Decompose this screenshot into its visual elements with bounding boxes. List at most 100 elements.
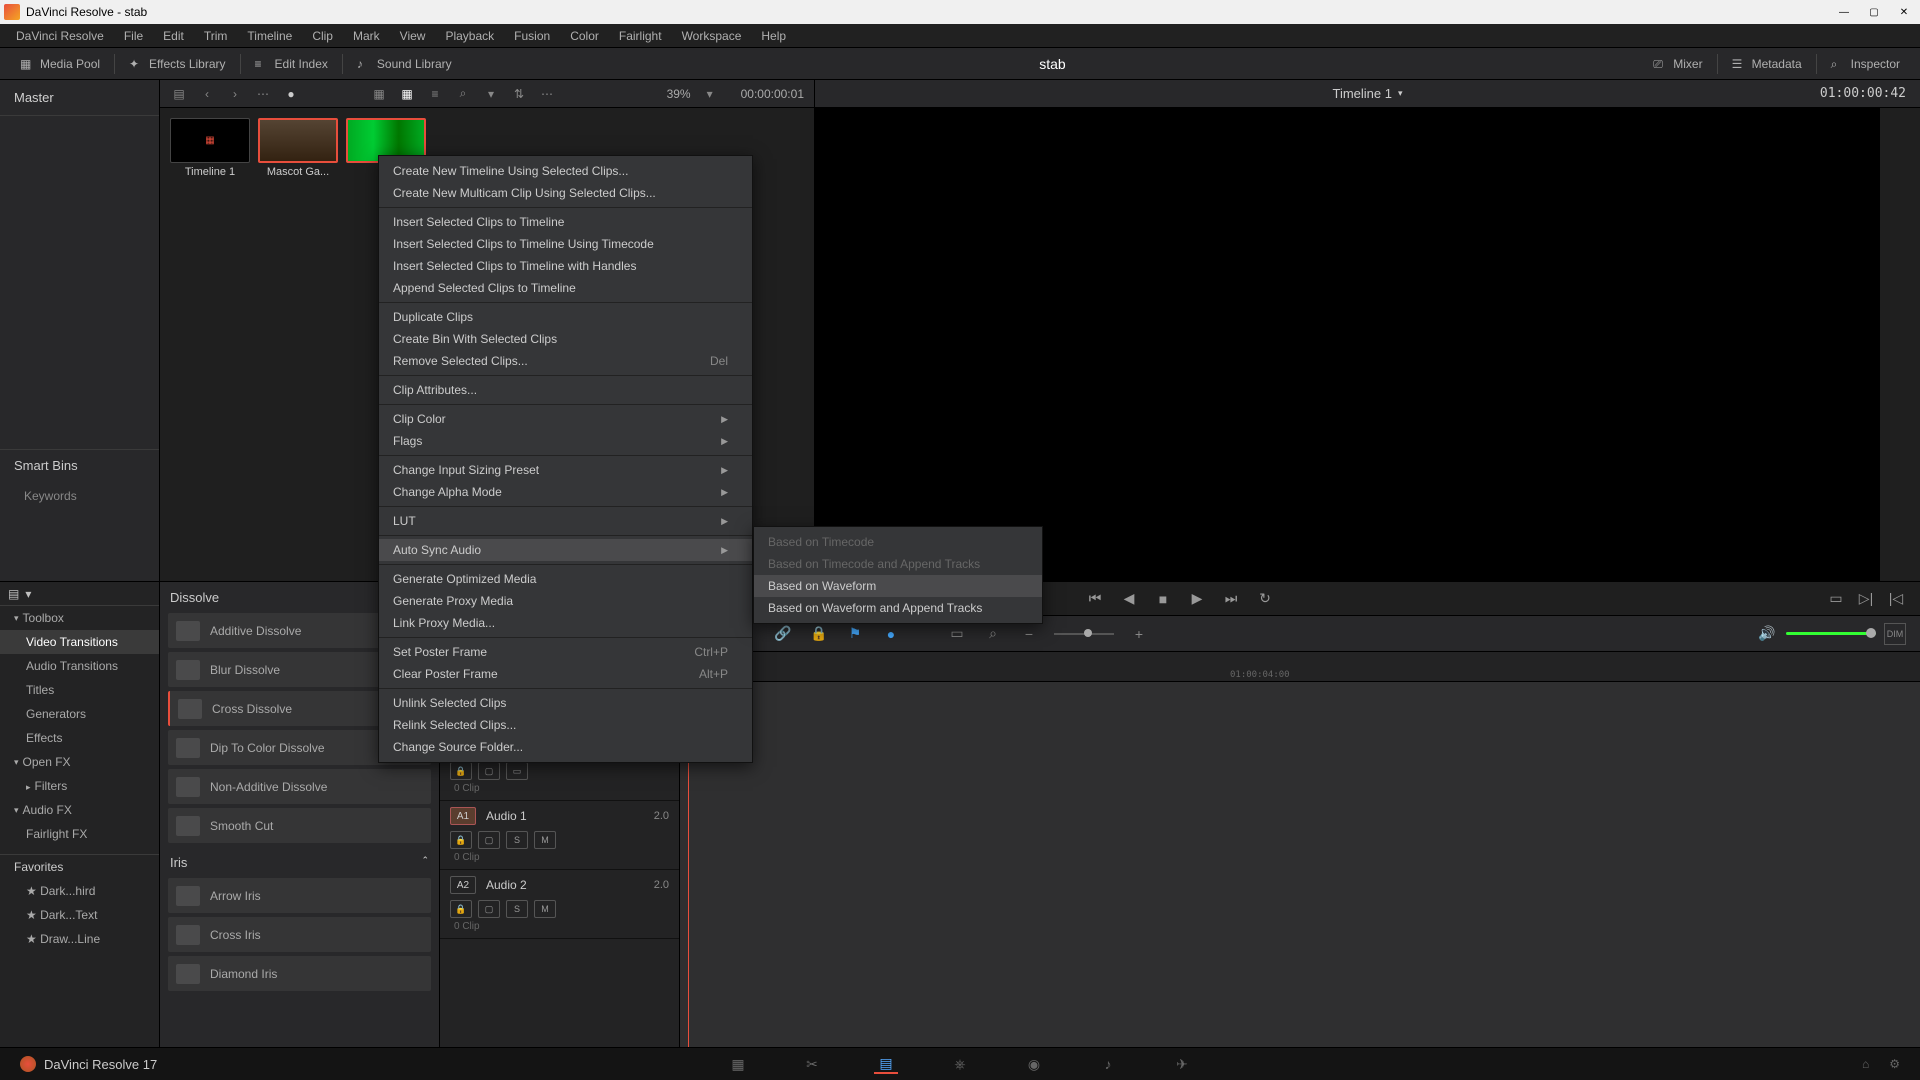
- volume-slider[interactable]: [1786, 632, 1876, 635]
- timeline-name[interactable]: Timeline 1: [1332, 86, 1391, 101]
- menu-create-multicam[interactable]: Create New Multicam Clip Using Selected …: [379, 182, 752, 204]
- lock-icon[interactable]: 🔒: [450, 900, 472, 918]
- auto-select-icon[interactable]: ▢: [478, 831, 500, 849]
- a2-badge[interactable]: A2: [450, 876, 476, 894]
- iris-section[interactable]: Iris⌃: [160, 847, 439, 874]
- marker-blue-icon[interactable]: ●: [880, 623, 902, 645]
- bin-list-icon[interactable]: ▤: [170, 85, 188, 103]
- audio-track-1[interactable]: A1Audio 12.0 🔒▢SM 0 Clip: [440, 801, 679, 870]
- sub-timecode-append[interactable]: Based on Timecode and Append Tracks: [754, 553, 1042, 575]
- fav-item[interactable]: ★ Dark...hird: [0, 879, 159, 903]
- zoom-search-icon[interactable]: ⌕: [982, 623, 1004, 645]
- effects[interactable]: Effects: [0, 726, 159, 750]
- thumb-view-icon[interactable]: ▦: [370, 85, 388, 103]
- cut-page[interactable]: ✂: [800, 1054, 824, 1074]
- loop-button[interactable]: ↻: [1255, 589, 1275, 609]
- close-button[interactable]: ✕: [1892, 4, 1916, 20]
- metadata-toggle[interactable]: ☰Metadata: [1722, 55, 1812, 73]
- toolbox-group[interactable]: ▾Toolbox: [0, 606, 159, 630]
- list-view-icon[interactable]: ≡: [426, 85, 444, 103]
- menu-attributes[interactable]: Clip Attributes...: [379, 379, 752, 401]
- a1-badge[interactable]: A1: [450, 807, 476, 825]
- menu-clip[interactable]: Clip: [304, 27, 341, 45]
- menu-create-bin[interactable]: Create Bin With Selected Clips: [379, 328, 752, 350]
- menu-mark[interactable]: Mark: [345, 27, 388, 45]
- menu-alpha[interactable]: Change Alpha Mode▶: [379, 481, 752, 503]
- fairlight-fx[interactable]: Fairlight FX: [0, 822, 159, 846]
- fusion-page[interactable]: ⎈: [948, 1054, 972, 1074]
- mark-in-icon[interactable]: ▷|: [1856, 589, 1876, 609]
- menu-duplicate[interactable]: Duplicate Clips: [379, 306, 752, 328]
- fav-item[interactable]: ★ Dark...Text: [0, 903, 159, 927]
- speaker-icon[interactable]: 🔊: [1756, 623, 1778, 645]
- sort-icon[interactable]: ⇅: [510, 85, 528, 103]
- menu-append[interactable]: Append Selected Clips to Timeline: [379, 277, 752, 299]
- menu-clip-color[interactable]: Clip Color▶: [379, 408, 752, 430]
- edit-page[interactable]: ▤: [874, 1054, 898, 1074]
- search-icon[interactable]: ⌕: [454, 85, 472, 103]
- fx-arrow-iris[interactable]: Arrow Iris: [168, 878, 431, 913]
- menu-fusion[interactable]: Fusion: [506, 27, 558, 45]
- effects-library-toggle[interactable]: ✦Effects Library: [119, 55, 235, 73]
- menu-insert-handles[interactable]: Insert Selected Clips to Timeline with H…: [379, 255, 752, 277]
- sub-waveform[interactable]: Based on Waveform: [754, 575, 1042, 597]
- link-toggle[interactable]: 🔗: [772, 623, 794, 645]
- track-lanes[interactable]: [680, 682, 1920, 1047]
- settings-icon[interactable]: ⚙: [1889, 1057, 1900, 1071]
- menu-relink[interactable]: Relink Selected Clips...: [379, 714, 752, 736]
- fav-item[interactable]: ★ Draw...Line: [0, 927, 159, 951]
- menu-insert-timecode[interactable]: Insert Selected Clips to Timeline Using …: [379, 233, 752, 255]
- menu-remove[interactable]: Remove Selected Clips...Del: [379, 350, 752, 372]
- media-pool-toggle[interactable]: ▦Media Pool: [10, 55, 110, 73]
- menu-lut[interactable]: LUT▶: [379, 510, 752, 532]
- play-button[interactable]: ▶: [1187, 589, 1207, 609]
- nav-fwd-icon[interactable]: ›: [226, 85, 244, 103]
- fx-cross-iris[interactable]: Cross Iris: [168, 917, 431, 952]
- home-icon[interactable]: ⌂: [1862, 1057, 1869, 1071]
- options-icon[interactable]: ⋯: [538, 85, 556, 103]
- chevron-down-icon[interactable]: ▾: [1398, 88, 1403, 99]
- openfx-group[interactable]: ▾Open FX: [0, 750, 159, 774]
- generators[interactable]: Generators: [0, 702, 159, 726]
- menu-davinci[interactable]: DaVinci Resolve: [8, 27, 112, 45]
- master-bin[interactable]: Master: [0, 80, 159, 116]
- titles[interactable]: Titles: [0, 678, 159, 702]
- chevron-down-icon[interactable]: ▾: [482, 85, 500, 103]
- first-frame-button[interactable]: ⏮: [1085, 589, 1105, 609]
- fx-diamond-iris[interactable]: Diamond Iris: [168, 956, 431, 991]
- disable-icon[interactable]: ▭: [506, 762, 528, 780]
- more-icon[interactable]: ⋯: [254, 85, 272, 103]
- match-frame-icon[interactable]: ▭: [1826, 589, 1846, 609]
- menu-change-source[interactable]: Change Source Folder...: [379, 736, 752, 758]
- viewer-canvas[interactable]: [815, 108, 1880, 581]
- zoom-level[interactable]: 39%: [667, 87, 691, 101]
- stop-button[interactable]: ■: [1153, 589, 1173, 609]
- audiofx-group[interactable]: ▾Audio FX: [0, 798, 159, 822]
- menu-playback[interactable]: Playback: [437, 27, 502, 45]
- fx-smooth-cut[interactable]: Smooth Cut: [168, 808, 431, 843]
- zoom-out-icon[interactable]: −: [1018, 623, 1040, 645]
- menu-insert-timeline[interactable]: Insert Selected Clips to Timeline: [379, 211, 752, 233]
- mute-button[interactable]: M: [534, 831, 556, 849]
- audio-transitions[interactable]: Audio Transitions: [0, 654, 159, 678]
- sub-timecode[interactable]: Based on Timecode: [754, 531, 1042, 553]
- fx-nonadditive-dissolve[interactable]: Non-Additive Dissolve: [168, 769, 431, 804]
- menu-autosync[interactable]: Auto Sync Audio▶: [379, 539, 752, 561]
- menu-set-poster[interactable]: Set Poster FrameCtrl+P: [379, 641, 752, 663]
- sound-library-toggle[interactable]: ♪Sound Library: [347, 55, 462, 73]
- solo-button[interactable]: S: [506, 831, 528, 849]
- menu-color[interactable]: Color: [562, 27, 607, 45]
- menu-gen-proxy[interactable]: Generate Proxy Media: [379, 590, 752, 612]
- mark-out-icon[interactable]: |◁: [1886, 589, 1906, 609]
- menu-file[interactable]: File: [116, 27, 151, 45]
- menu-create-timeline[interactable]: Create New Timeline Using Selected Clips…: [379, 160, 752, 182]
- fairlight-page[interactable]: ♪: [1096, 1054, 1120, 1074]
- menu-workspace[interactable]: Workspace: [674, 27, 750, 45]
- solo-button[interactable]: S: [506, 900, 528, 918]
- menu-view[interactable]: View: [392, 27, 434, 45]
- lock-icon[interactable]: 🔒: [450, 762, 472, 780]
- list-icon[interactable]: ▤: [8, 587, 19, 601]
- menu-trim[interactable]: Trim: [196, 27, 236, 45]
- menu-sizing[interactable]: Change Input Sizing Preset▶: [379, 459, 752, 481]
- chevron-down-icon[interactable]: ▾: [25, 587, 31, 601]
